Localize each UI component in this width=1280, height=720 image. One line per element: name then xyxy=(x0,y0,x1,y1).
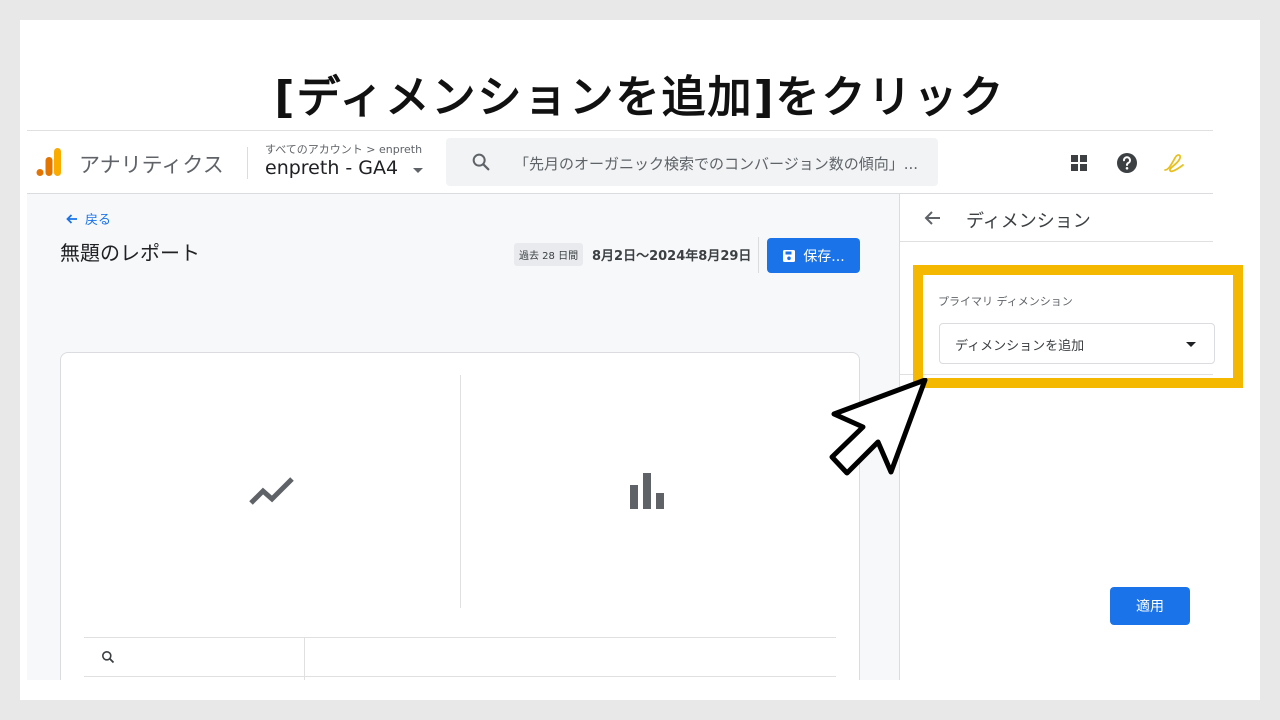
apps-icon[interactable] xyxy=(1067,151,1091,175)
property-selector[interactable]: enpreth - GA4 xyxy=(265,157,398,179)
analytics-window: アナリティクス すべてのアカウント > enpreth enpreth - GA… xyxy=(27,130,1213,680)
table-row-border xyxy=(84,676,836,677)
card-divider xyxy=(460,375,461,608)
arrow-back-icon xyxy=(66,213,77,224)
search-icon[interactable] xyxy=(101,650,115,664)
table-top-border xyxy=(84,637,836,638)
save-icon xyxy=(783,249,796,262)
chevron-down-icon[interactable] xyxy=(413,168,423,173)
panel-divider xyxy=(900,241,1213,242)
arrow-back-icon[interactable] xyxy=(922,207,944,229)
date-divider xyxy=(758,237,759,273)
account-breadcrumb: すべてのアカウント > enpreth xyxy=(265,143,423,156)
app-name: アナリティクス xyxy=(79,153,224,177)
app-header: アナリティクス すべてのアカウント > enpreth enpreth - GA… xyxy=(27,131,1213,194)
save-button[interactable]: 保存... xyxy=(767,238,860,273)
chevron-down-icon xyxy=(1186,342,1196,347)
add-dimension-dropdown[interactable]: ディメンションを追加 xyxy=(939,323,1215,364)
search-bar[interactable]: 「先月のオーガニック検索でのコンバージョン数の傾向」... xyxy=(446,138,938,186)
table-column-divider xyxy=(304,637,305,680)
bar-chart-icon[interactable] xyxy=(629,471,669,509)
search-icon xyxy=(472,153,490,171)
help-icon[interactable] xyxy=(1115,151,1139,175)
panel-title: ディメンション xyxy=(966,211,1091,232)
header-divider xyxy=(247,147,248,179)
cursor-pointer-icon xyxy=(829,378,928,476)
dropdown-value: ディメンションを追加 xyxy=(955,339,1085,354)
report-card xyxy=(60,352,860,680)
line-chart-icon[interactable] xyxy=(248,473,296,509)
save-label: 保存... xyxy=(803,248,845,265)
report-title[interactable]: 無題のレポート xyxy=(60,237,200,266)
search-input[interactable]: 「先月のオーガニック検索でのコンバージョン数の傾向」... xyxy=(514,153,934,174)
apply-button[interactable]: 適用 xyxy=(1110,587,1190,625)
back-label: 戻る xyxy=(85,213,112,228)
primary-dimension-label: プライマリ ディメンション xyxy=(938,295,1073,308)
slide-title: [ディメンションを追加]をクリック xyxy=(274,72,1006,123)
account-icon[interactable] xyxy=(1162,151,1186,175)
back-link[interactable]: 戻る xyxy=(65,209,111,228)
date-range[interactable]: 8月2日～2024年8月29日 xyxy=(592,245,751,264)
analytics-logo-icon[interactable] xyxy=(36,147,62,177)
date-preset-chip[interactable]: 過去 28 日間 xyxy=(514,243,584,266)
